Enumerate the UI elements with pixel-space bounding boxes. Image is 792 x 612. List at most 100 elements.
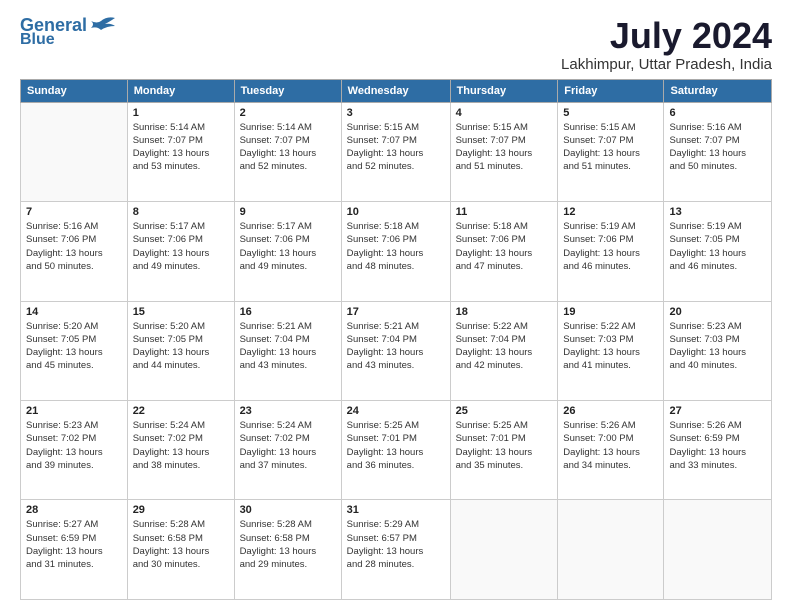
- date-number: 14: [26, 306, 122, 318]
- header: General Blue July 2024 Lakhimpur, Uttar …: [20, 16, 772, 73]
- date-number: 20: [669, 306, 766, 318]
- date-number: 29: [133, 504, 229, 516]
- day-info-text: Sunrise: 5:29 AM Sunset: 6:57 PM Dayligh…: [347, 518, 445, 571]
- table-row: 1 Sunrise: 5:14 AM Sunset: 7:07 PM Daylig…: [127, 102, 234, 201]
- date-number: 1: [133, 107, 229, 119]
- date-number: 25: [456, 405, 553, 417]
- page: General Blue July 2024 Lakhimpur, Uttar …: [0, 0, 792, 612]
- logo-blue-text: Blue: [20, 32, 55, 48]
- date-number: 17: [347, 306, 445, 318]
- table-row: 30 Sunrise: 5:28 AM Sunset: 6:58 PM Dayli…: [234, 500, 341, 600]
- day-info-text: Sunrise: 5:15 AM Sunset: 7:07 PM Dayligh…: [456, 121, 553, 174]
- date-number: 19: [563, 306, 658, 318]
- day-info-text: Sunrise: 5:16 AM Sunset: 7:06 PM Dayligh…: [26, 220, 122, 273]
- date-number: 26: [563, 405, 658, 417]
- day-info-text: Sunrise: 5:14 AM Sunset: 7:07 PM Dayligh…: [240, 121, 336, 174]
- table-row: 3Sunrise: 5:15 AM Sunset: 7:07 PM Daylig…: [341, 102, 450, 201]
- day-info-text: Sunrise: 5:19 AM Sunset: 7:06 PM Dayligh…: [563, 220, 658, 273]
- day-info-text: Sunrise: 5:21 AM Sunset: 7:04 PM Dayligh…: [347, 320, 445, 373]
- header-friday: Friday: [558, 79, 664, 102]
- day-info-text: Sunrise: 5:18 AM Sunset: 7:06 PM Dayligh…: [456, 220, 553, 273]
- table-row: 9 Sunrise: 5:17 AM Sunset: 7:06 PM Daylig…: [234, 202, 341, 301]
- day-info-text: Sunrise: 5:17 AM Sunset: 7:06 PM Dayligh…: [240, 220, 336, 273]
- calendar-week-row: 21Sunrise: 5:23 AM Sunset: 7:02 PM Dayli…: [21, 401, 772, 500]
- header-saturday: Saturday: [664, 79, 772, 102]
- day-info-text: Sunrise: 5:20 AM Sunset: 7:05 PM Dayligh…: [26, 320, 122, 373]
- table-row: [21, 102, 128, 201]
- date-number: 30: [240, 504, 336, 516]
- day-info-text: Sunrise: 5:23 AM Sunset: 7:03 PM Dayligh…: [669, 320, 766, 373]
- calendar-week-row: 7 Sunrise: 5:16 AM Sunset: 7:06 PM Daylig…: [21, 202, 772, 301]
- date-number: 16: [240, 306, 336, 318]
- month-year-title: July 2024: [561, 16, 772, 56]
- table-row: 20 Sunrise: 5:23 AM Sunset: 7:03 PM Dayli…: [664, 301, 772, 400]
- calendar-week-row: 28 Sunrise: 5:27 AM Sunset: 6:59 PM Dayli…: [21, 500, 772, 600]
- table-row: 5Sunrise: 5:15 AM Sunset: 7:07 PM Daylig…: [558, 102, 664, 201]
- date-number: 27: [669, 405, 766, 417]
- day-info-text: Sunrise: 5:28 AM Sunset: 6:58 PM Dayligh…: [240, 518, 336, 571]
- day-info-text: Sunrise: 5:14 AM Sunset: 7:07 PM Dayligh…: [133, 121, 229, 174]
- header-sunday: Sunday: [21, 79, 128, 102]
- day-info-text: Sunrise: 5:26 AM Sunset: 6:59 PM Dayligh…: [669, 419, 766, 472]
- calendar-header-row: Sunday Monday Tuesday Wednesday Thursday…: [21, 79, 772, 102]
- table-row: 11 Sunrise: 5:18 AM Sunset: 7:06 PM Dayli…: [450, 202, 558, 301]
- table-row: 17 Sunrise: 5:21 AM Sunset: 7:04 PM Dayli…: [341, 301, 450, 400]
- table-row: 4Sunrise: 5:15 AM Sunset: 7:07 PM Daylig…: [450, 102, 558, 201]
- day-info-text: Sunrise: 5:27 AM Sunset: 6:59 PM Dayligh…: [26, 518, 122, 571]
- header-wednesday: Wednesday: [341, 79, 450, 102]
- table-row: 8Sunrise: 5:17 AM Sunset: 7:06 PM Daylig…: [127, 202, 234, 301]
- date-number: 5: [563, 107, 658, 119]
- table-row: 12 Sunrise: 5:19 AM Sunset: 7:06 PM Dayli…: [558, 202, 664, 301]
- table-row: 15 Sunrise: 5:20 AM Sunset: 7:05 PM Dayli…: [127, 301, 234, 400]
- date-number: 9: [240, 206, 336, 218]
- day-info-text: Sunrise: 5:24 AM Sunset: 7:02 PM Dayligh…: [133, 419, 229, 472]
- day-info-text: Sunrise: 5:21 AM Sunset: 7:04 PM Dayligh…: [240, 320, 336, 373]
- day-info-text: Sunrise: 5:19 AM Sunset: 7:05 PM Dayligh…: [669, 220, 766, 273]
- table-row: 19Sunrise: 5:22 AM Sunset: 7:03 PM Dayli…: [558, 301, 664, 400]
- table-row: 10 Sunrise: 5:18 AM Sunset: 7:06 PM Dayli…: [341, 202, 450, 301]
- table-row: 6Sunrise: 5:16 AM Sunset: 7:07 PM Daylig…: [664, 102, 772, 201]
- day-info-text: Sunrise: 5:22 AM Sunset: 7:04 PM Dayligh…: [456, 320, 553, 373]
- date-number: 10: [347, 206, 445, 218]
- logo-bird-icon: [87, 16, 115, 34]
- table-row: 29 Sunrise: 5:28 AM Sunset: 6:58 PM Dayli…: [127, 500, 234, 600]
- day-info-text: Sunrise: 5:28 AM Sunset: 6:58 PM Dayligh…: [133, 518, 229, 571]
- calendar-week-row: 14 Sunrise: 5:20 AM Sunset: 7:05 PM Dayli…: [21, 301, 772, 400]
- table-row: 25Sunrise: 5:25 AM Sunset: 7:01 PM Dayli…: [450, 401, 558, 500]
- day-info-text: Sunrise: 5:23 AM Sunset: 7:02 PM Dayligh…: [26, 419, 122, 472]
- table-row: 22 Sunrise: 5:24 AM Sunset: 7:02 PM Dayli…: [127, 401, 234, 500]
- day-info-text: Sunrise: 5:15 AM Sunset: 7:07 PM Dayligh…: [347, 121, 445, 174]
- date-number: 15: [133, 306, 229, 318]
- location-subtitle: Lakhimpur, Uttar Pradesh, India: [561, 56, 772, 73]
- table-row: 14 Sunrise: 5:20 AM Sunset: 7:05 PM Dayli…: [21, 301, 128, 400]
- date-number: 31: [347, 504, 445, 516]
- calendar-table: Sunday Monday Tuesday Wednesday Thursday…: [20, 79, 772, 600]
- day-info-text: Sunrise: 5:18 AM Sunset: 7:06 PM Dayligh…: [347, 220, 445, 273]
- calendar-week-row: 1 Sunrise: 5:14 AM Sunset: 7:07 PM Daylig…: [21, 102, 772, 201]
- day-info-text: Sunrise: 5:16 AM Sunset: 7:07 PM Dayligh…: [669, 121, 766, 174]
- date-number: 12: [563, 206, 658, 218]
- table-row: [450, 500, 558, 600]
- date-number: 28: [26, 504, 122, 516]
- date-number: 11: [456, 206, 553, 218]
- table-row: 18 Sunrise: 5:22 AM Sunset: 7:04 PM Dayli…: [450, 301, 558, 400]
- day-info-text: Sunrise: 5:17 AM Sunset: 7:06 PM Dayligh…: [133, 220, 229, 273]
- table-row: 16 Sunrise: 5:21 AM Sunset: 7:04 PM Dayli…: [234, 301, 341, 400]
- table-row: 13 Sunrise: 5:19 AM Sunset: 7:05 PM Dayli…: [664, 202, 772, 301]
- title-section: July 2024 Lakhimpur, Uttar Pradesh, Indi…: [561, 16, 772, 73]
- header-tuesday: Tuesday: [234, 79, 341, 102]
- table-row: 26Sunrise: 5:26 AM Sunset: 7:00 PM Dayli…: [558, 401, 664, 500]
- table-row: 28 Sunrise: 5:27 AM Sunset: 6:59 PM Dayli…: [21, 500, 128, 600]
- table-row: 24Sunrise: 5:25 AM Sunset: 7:01 PM Dayli…: [341, 401, 450, 500]
- date-number: 2: [240, 107, 336, 119]
- header-thursday: Thursday: [450, 79, 558, 102]
- date-number: 22: [133, 405, 229, 417]
- logo: General Blue: [20, 16, 115, 48]
- table-row: 31 Sunrise: 5:29 AM Sunset: 6:57 PM Dayli…: [341, 500, 450, 600]
- day-info-text: Sunrise: 5:25 AM Sunset: 7:01 PM Dayligh…: [347, 419, 445, 472]
- date-number: 13: [669, 206, 766, 218]
- date-number: 7: [26, 206, 122, 218]
- day-info-text: Sunrise: 5:20 AM Sunset: 7:05 PM Dayligh…: [133, 320, 229, 373]
- header-monday: Monday: [127, 79, 234, 102]
- date-number: 18: [456, 306, 553, 318]
